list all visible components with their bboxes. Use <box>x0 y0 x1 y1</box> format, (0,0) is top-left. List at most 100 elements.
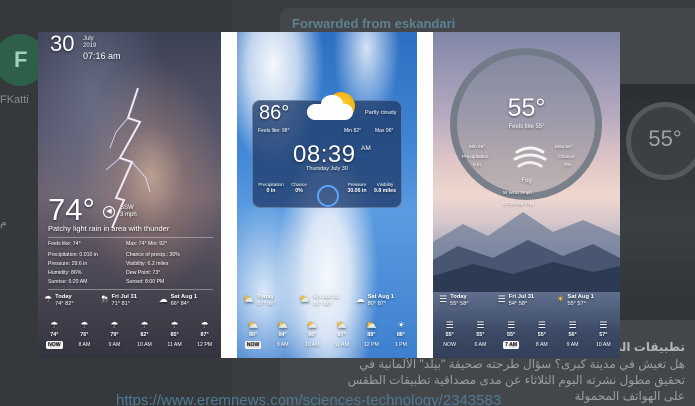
weather-screenshot-fog[interactable]: 55° Feels like 55° Min 55° Max 58° Preci… <box>433 32 620 358</box>
current-temp: 55° <box>507 94 546 122</box>
cloud-icon: ☁ <box>355 294 365 304</box>
hour-label: 10 AM <box>137 342 152 348</box>
hourly-item[interactable]: ☂ 79° 9 AM <box>100 320 129 356</box>
daily-forecast: ⛅ Today 87° 96° ⛅ Fri Jul 31 82° 88° ☁ Sat Au… <box>243 294 411 316</box>
hour-temp: 55° <box>445 332 454 338</box>
hourly-forecast: ☂ 74° NOW ☂ 76° 8 AM ☂ 79° 9 AM ☂ 82° 10 AM ☂ 85°… <box>40 320 219 356</box>
hour-temp: 74° <box>50 332 59 338</box>
fog-icon: ☰ <box>439 294 448 304</box>
divider <box>48 237 213 238</box>
hourly-item[interactable]: ⛅ 86° 10 AM <box>298 320 326 356</box>
clock-time: 08:39 <box>293 141 356 168</box>
hourly-item[interactable]: ⛅ 84° 9 AM <box>269 320 297 356</box>
hour-label: 6 AM <box>474 342 487 348</box>
fog-icon: ☰ <box>497 294 506 304</box>
stat-label: Precipitation <box>258 182 284 187</box>
hourly-item[interactable]: ☰ 55° 7 AM <box>496 320 525 356</box>
daily-item[interactable]: ☂ Today 74° 82° <box>44 294 100 316</box>
stat-value: 9.8 miles <box>374 188 396 194</box>
sun-icon: ☀ <box>396 320 405 330</box>
fog-icon: ☰ <box>537 320 546 330</box>
day-name: Sat Aug 1 <box>367 294 395 300</box>
image-gap <box>417 32 433 358</box>
hour-temp: 88° <box>396 332 405 338</box>
forwarded-label[interactable]: Forwarded from eskandari <box>292 16 455 31</box>
clock-time: 07:16 am <box>83 51 121 61</box>
current-temp: 86° <box>259 102 290 124</box>
daily-item[interactable]: ☰ Fri Jul 31 54° 58° <box>498 294 556 316</box>
stat-precip-value: 0 in <box>473 163 481 168</box>
update-time: 07:00 AM THU <box>503 202 535 207</box>
hour-label: 7 AM <box>503 341 520 349</box>
wind-direction: SSW <box>120 205 134 211</box>
message-line: هل تعيش في مدينة كبرى؟ سؤال طرحته صحيفة … <box>359 357 685 371</box>
partly-cloudy-icon: ⛅ <box>243 294 255 304</box>
hour-label: 11 AM <box>167 342 182 348</box>
hour-temp: 79° <box>110 332 119 338</box>
hourly-item[interactable]: ☂ 82° 10 AM <box>130 320 159 356</box>
hour-label: 8 AM <box>78 342 91 348</box>
hourly-item[interactable]: ⛅ 86° NOW <box>239 320 267 356</box>
rain-cloud-icon: ☂ <box>140 320 149 330</box>
hourly-item[interactable]: ☂ 76° 8 AM <box>70 320 99 356</box>
hourly-item[interactable]: ☰ 55° 6 AM <box>466 320 495 356</box>
hourly-item[interactable]: ☰ 55° NOW <box>435 320 464 356</box>
daily-forecast: ☂ Today 74° 82° ⛈ Fri Jul 31 71° 81° ☁ Sat Au… <box>44 294 215 316</box>
stat-max: Max 96° <box>375 128 394 134</box>
sun-icon: ☀ <box>556 294 565 304</box>
hourly-item[interactable]: ⛅ 88° 12 PM <box>357 320 385 356</box>
article-link[interactable]: https://www.eremnews.com/sciences-techno… <box>116 392 501 406</box>
feels-like: Feels like 55° <box>508 124 545 130</box>
daily-item[interactable]: ☁ Sat Aug 1 66° 84° <box>159 294 215 316</box>
daily-item[interactable]: ⛅ Fri Jul 31 82° 88° <box>299 294 354 316</box>
day-name: Sat Aug 1 <box>170 294 198 300</box>
cloud-icon: ☁ <box>158 294 168 304</box>
hourly-item[interactable]: ☰ 55° 8 AM <box>527 320 556 356</box>
hour-label: 9 AM <box>566 342 579 348</box>
temp-range: 54° 58° <box>508 301 528 307</box>
hourly-item[interactable]: ☰ 56° 9 AM <box>558 320 587 356</box>
stat-max: Max 58° <box>555 145 573 150</box>
day-name: Fri Jul 31 <box>111 294 137 300</box>
hourly-item[interactable]: ☂ 87° 12 PM <box>190 320 219 356</box>
stat-sunrise: Sunrise: 6:20 AM <box>48 279 88 285</box>
hour-label: 8 AM <box>535 342 548 348</box>
daily-item[interactable]: ☰ Today 55° 58° <box>439 294 497 316</box>
partly-cloudy-icon: ⛅ <box>365 320 377 330</box>
stat-dew-point: Dew Point: 73° <box>126 270 161 276</box>
day-name: Today <box>257 294 274 300</box>
hourly-item[interactable]: ⛅ 87° 11 AM <box>328 320 356 356</box>
clock-ampm: AM <box>361 145 371 152</box>
temp-range: 74° 82° <box>55 301 74 307</box>
condition-text: Fog <box>521 178 532 184</box>
hourly-item[interactable]: ☂ 85° 11 AM <box>160 320 189 356</box>
temp-range: 55° 58° <box>450 301 469 307</box>
daily-item[interactable]: ☀ Sat Aug 1 55° 57° <box>556 294 614 316</box>
hourly-item[interactable]: ☀ 88° 1 PM <box>387 320 415 356</box>
fog-icon: ☰ <box>476 320 485 330</box>
day-name: Today <box>450 294 467 300</box>
chat-list-name[interactable]: FKatti <box>0 94 29 106</box>
hour-temp: 55° <box>537 332 546 338</box>
hour-label: 11 AM <box>334 342 349 348</box>
rain-cloud-icon: ☂ <box>200 320 209 330</box>
fog-icon: ☰ <box>445 320 454 330</box>
daily-item[interactable]: ⛈ Fri Jul 31 71° 81° <box>101 294 157 316</box>
attached-image-thumbnail[interactable]: 55° <box>612 84 695 320</box>
stat-min: Min 55° <box>469 145 486 150</box>
daily-item[interactable]: ☁ Sat Aug 1 80° 87° <box>356 294 411 316</box>
hourly-item[interactable]: ☰ 57° 10 AM <box>589 320 618 356</box>
daily-item[interactable]: ⛅ Today 87° 96° <box>243 294 298 316</box>
hourly-item[interactable]: ☂ 74° NOW <box>40 320 69 356</box>
stat-label: Chance <box>291 182 307 187</box>
temp-range: 80° 87° <box>367 301 387 307</box>
temp-range: 55° 57° <box>567 301 586 307</box>
hour-temp: 87° <box>337 332 346 338</box>
temp-range: 82° 88° <box>313 301 332 307</box>
message-line: تحقيق مطول نشرته اليوم الثلاثاء عن مدى م… <box>347 373 685 387</box>
hourly-forecast: ⛅ 86° NOW ⛅ 84° 9 AM ⛅ 86° 10 AM ⛅ 87° 11 AM ⛅ 88… <box>239 320 415 356</box>
hour-label: 12 PM <box>363 342 379 348</box>
weather-screenshot-clock[interactable]: 86° Partly cloudy Feels like: 98° Min 82… <box>237 32 417 358</box>
weather-screenshot-storm[interactable]: 30 July 2019 07:16 am 74° ◀ SSW 3 mph Pa… <box>38 32 221 358</box>
rain-cloud-icon: ☂ <box>44 294 53 304</box>
